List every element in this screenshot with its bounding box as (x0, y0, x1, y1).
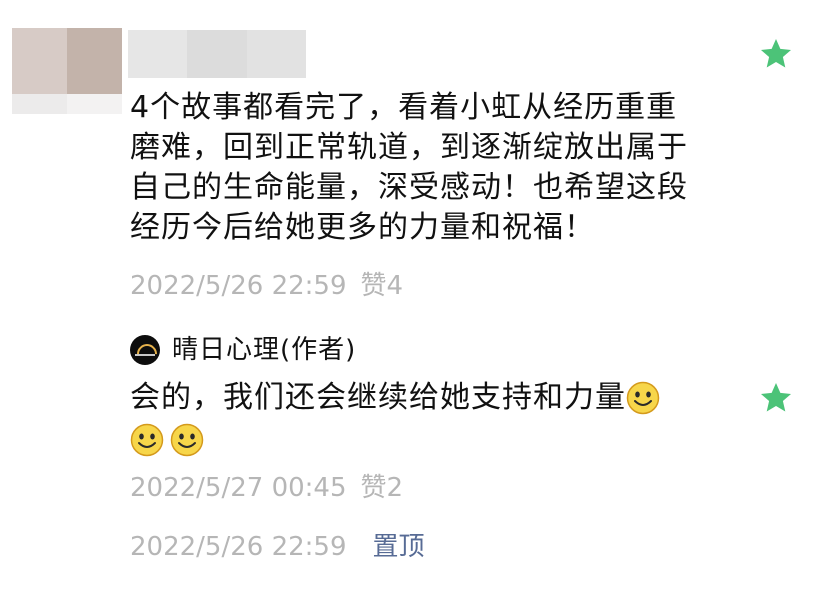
comment-like-count[interactable]: 赞4 (361, 271, 404, 301)
pin-to-top-link[interactable]: 置顶 (373, 532, 425, 562)
smile-emoji-icon (626, 381, 660, 415)
star-icon[interactable] (758, 380, 794, 416)
comment-text: 4个故事都看完了，看着小虹从经历重重 磨难，回到正常轨道，到逐渐绽放出属于 自己… (130, 90, 688, 245)
smile-emoji-icon (130, 423, 164, 457)
reply-timestamp: 2022/5/27 00:45 (130, 473, 347, 503)
comment-timestamp: 2022/5/26 22:59 (130, 271, 347, 301)
author-avatar (130, 335, 160, 365)
reply-text: 会的，我们还会继续给她支持和力量 (130, 378, 660, 418)
reply-author-row: 晴日心理(作者) (130, 334, 356, 366)
reply-like-count[interactable]: 赞2 (361, 473, 404, 503)
footer-timestamp: 2022/5/26 22:59 (130, 532, 347, 562)
reply-meta: 2022/5/27 00:45 赞2 (130, 472, 403, 504)
author-name[interactable]: 晴日心理(作者) (172, 334, 356, 366)
star-icon[interactable] (758, 36, 794, 72)
comment-meta: 2022/5/26 22:59 赞4 (130, 270, 403, 302)
footer-meta: 2022/5/26 22:59 置顶 (130, 531, 425, 563)
reply-text-body: 会的，我们还会继续给她支持和力量 (130, 380, 626, 415)
reply-emoji-row (130, 423, 204, 457)
commenter-avatar-blurred (12, 28, 122, 114)
smile-emoji-icon (170, 423, 204, 457)
commenter-name-blurred (128, 30, 306, 78)
